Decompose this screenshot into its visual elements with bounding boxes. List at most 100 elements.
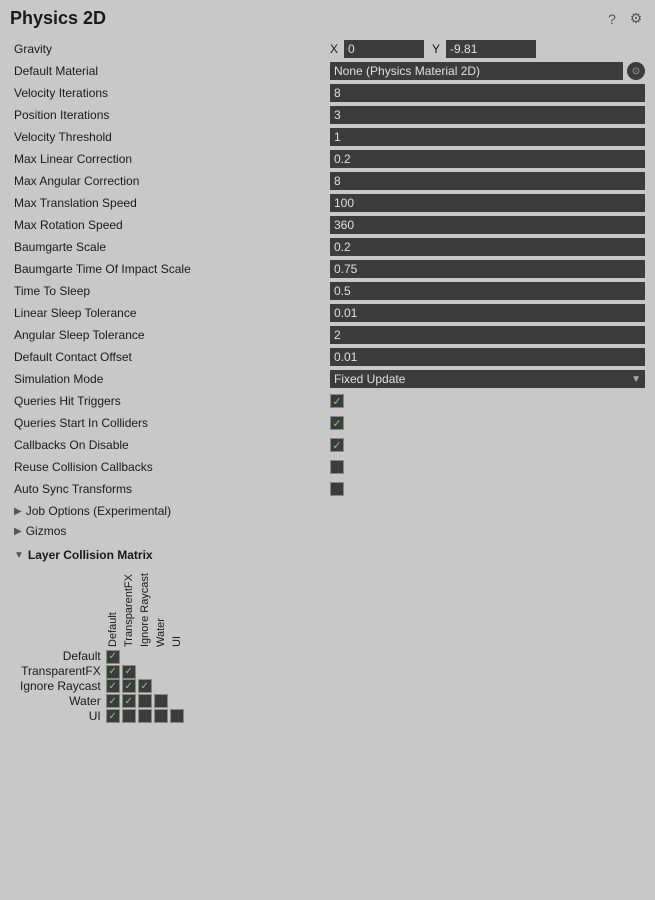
- matrix-checkbox[interactable]: ✓: [106, 709, 120, 723]
- matrix-checkbox[interactable]: ✓: [106, 694, 120, 708]
- gravity-y-input[interactable]: [446, 40, 536, 58]
- reuse-collision-callbacks-checkbox[interactable]: [330, 460, 344, 474]
- matrix-cell: [169, 708, 185, 723]
- panel-title: Physics 2D: [10, 8, 106, 29]
- matrix-checkbox[interactable]: [170, 709, 184, 723]
- gizmos-foldout[interactable]: ▶ Gizmos: [10, 521, 645, 541]
- default-material-value: None (Physics Material 2D) ⊙: [330, 62, 645, 80]
- max-rotation-speed-label: Max Rotation Speed: [10, 218, 330, 232]
- matrix-cell: [153, 693, 169, 708]
- matrix-checkbox[interactable]: ✓: [106, 665, 120, 679]
- gravity-x-label: X: [330, 42, 338, 56]
- queries-start-in-colliders-row: Queries Start In Colliders ✓: [10, 413, 645, 433]
- velocity-iterations-input[interactable]: [330, 84, 645, 102]
- auto-sync-transforms-label: Auto Sync Transforms: [10, 482, 330, 496]
- layer-collision-matrix-section: ▼ Layer Collision Matrix Default Transpa…: [10, 545, 645, 733]
- layer-collision-matrix-foldout[interactable]: ▼ Layer Collision Matrix: [10, 545, 645, 565]
- matrix-checkbox[interactable]: ✓: [122, 665, 136, 679]
- time-to-sleep-row: Time To Sleep: [10, 281, 645, 301]
- header-icons: ? ⚙: [603, 10, 645, 28]
- linear-sleep-tolerance-label: Linear Sleep Tolerance: [10, 306, 330, 320]
- matrix-checkbox[interactable]: [122, 709, 136, 723]
- default-material-circle-button[interactable]: ⊙: [627, 62, 645, 80]
- simulation-mode-row: Simulation Mode Fixed Update ▼: [10, 369, 645, 389]
- queries-start-in-colliders-checkbox[interactable]: ✓: [330, 416, 344, 430]
- velocity-iterations-label: Velocity Iterations: [10, 86, 330, 100]
- matrix-checkbox[interactable]: ✓: [106, 650, 120, 664]
- linear-sleep-tolerance-row: Linear Sleep Tolerance: [10, 303, 645, 323]
- queries-hit-triggers-row: Queries Hit Triggers ✓: [10, 391, 645, 411]
- matrix-header-default: Default: [105, 569, 121, 649]
- matrix-row: UI✓: [20, 708, 185, 723]
- position-iterations-input[interactable]: [330, 106, 645, 124]
- matrix-checkbox[interactable]: ✓: [122, 679, 136, 693]
- position-iterations-label: Position Iterations: [10, 108, 330, 122]
- angular-sleep-tolerance-input[interactable]: [330, 326, 645, 344]
- matrix-checkbox[interactable]: [138, 709, 152, 723]
- job-options-foldout-arrow: ▶: [14, 506, 22, 517]
- callbacks-on-disable-label: Callbacks On Disable: [10, 438, 330, 452]
- max-angular-correction-input[interactable]: [330, 172, 645, 190]
- default-material-dropdown[interactable]: None (Physics Material 2D): [330, 62, 623, 80]
- baumgarte-scale-input[interactable]: [330, 238, 645, 256]
- matrix-checkbox[interactable]: ✓: [106, 679, 120, 693]
- default-material-row: Default Material None (Physics Material …: [10, 61, 645, 81]
- default-contact-offset-input[interactable]: [330, 348, 645, 366]
- queries-hit-triggers-checkbox[interactable]: ✓: [330, 394, 344, 408]
- matrix-cell: ✓: [105, 693, 121, 708]
- max-linear-correction-label: Max Linear Correction: [10, 152, 330, 166]
- velocity-threshold-input[interactable]: [330, 128, 645, 146]
- matrix-row: TransparentFX✓✓: [20, 664, 185, 679]
- max-rotation-speed-row: Max Rotation Speed: [10, 215, 645, 235]
- matrix-cell: ✓: [105, 649, 121, 664]
- simulation-mode-text: Fixed Update: [334, 372, 405, 386]
- matrix-checkbox[interactable]: ✓: [138, 679, 152, 693]
- matrix-header-transparentfx: TransparentFX: [121, 569, 137, 649]
- matrix-row-label-water: Water: [20, 693, 105, 708]
- max-rotation-speed-input[interactable]: [330, 216, 645, 234]
- matrix-checkbox[interactable]: ✓: [122, 694, 136, 708]
- auto-sync-transforms-checkbox[interactable]: [330, 482, 344, 496]
- queries-hit-triggers-label: Queries Hit Triggers: [10, 394, 330, 408]
- matrix-header-ignore-raycast: Ignore Raycast: [137, 569, 153, 649]
- matrix-cell: ✓: [105, 679, 121, 694]
- matrix-header-ui: UI: [169, 569, 185, 649]
- time-to-sleep-input[interactable]: [330, 282, 645, 300]
- matrix-checkbox[interactable]: [154, 694, 168, 708]
- checkmark-icon: ✓: [332, 395, 341, 408]
- job-options-foldout[interactable]: ▶ Job Options (Experimental): [10, 501, 645, 521]
- simulation-mode-label: Simulation Mode: [10, 372, 330, 386]
- default-material-label: Default Material: [10, 64, 330, 78]
- simulation-mode-dropdown[interactable]: Fixed Update ▼: [330, 370, 645, 388]
- default-contact-offset-row: Default Contact Offset: [10, 347, 645, 367]
- max-linear-correction-row: Max Linear Correction: [10, 149, 645, 169]
- max-angular-correction-label: Max Angular Correction: [10, 174, 330, 188]
- angular-sleep-tolerance-row: Angular Sleep Tolerance: [10, 325, 645, 345]
- matrix-checkbox[interactable]: [154, 709, 168, 723]
- matrix-checkbox[interactable]: [138, 694, 152, 708]
- baumgarte-toi-input[interactable]: [330, 260, 645, 278]
- physics-2d-panel: Physics 2D ? ⚙ Gravity X Y Default Mater…: [0, 0, 655, 741]
- linear-sleep-tolerance-input[interactable]: [330, 304, 645, 322]
- help-icon[interactable]: ?: [603, 10, 621, 28]
- job-options-label: Job Options (Experimental): [26, 504, 171, 518]
- settings-icon[interactable]: ⚙: [627, 10, 645, 28]
- max-translation-speed-input[interactable]: [330, 194, 645, 212]
- matrix-cell: [153, 708, 169, 723]
- max-translation-speed-row: Max Translation Speed: [10, 193, 645, 213]
- max-linear-correction-input[interactable]: [330, 150, 645, 168]
- angular-sleep-tolerance-label: Angular Sleep Tolerance: [10, 328, 330, 342]
- baumgarte-toi-label: Baumgarte Time Of Impact Scale: [10, 262, 330, 276]
- baumgarte-scale-row: Baumgarte Scale: [10, 237, 645, 257]
- matrix-header-water: Water: [153, 569, 169, 649]
- matrix-body: Default✓TransparentFX✓✓Ignore Raycast✓✓✓…: [20, 649, 185, 723]
- callbacks-on-disable-checkbox[interactable]: ✓: [330, 438, 344, 452]
- gravity-y-label: Y: [432, 42, 440, 56]
- matrix-row-label-default: Default: [20, 649, 105, 664]
- gizmos-label: Gizmos: [26, 524, 67, 538]
- reuse-collision-callbacks-row: Reuse Collision Callbacks: [10, 457, 645, 477]
- gravity-x-input[interactable]: [344, 40, 424, 58]
- matrix-cell: [121, 708, 137, 723]
- reuse-collision-callbacks-label: Reuse Collision Callbacks: [10, 460, 330, 474]
- matrix-container: Default TransparentFX Ignore Raycast Wat…: [10, 565, 645, 733]
